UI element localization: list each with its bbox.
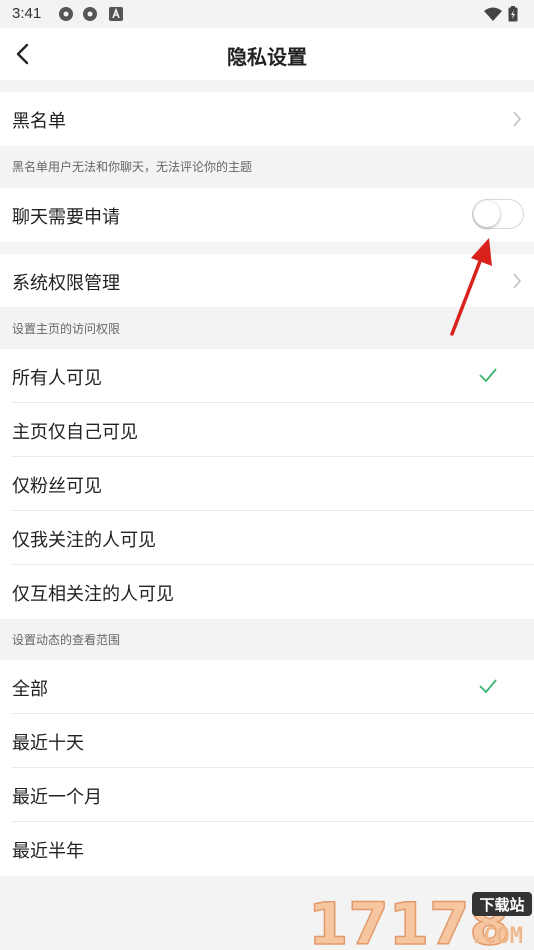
option-following-only[interactable]: 仅我关注的人可见 [0, 511, 534, 565]
option-label: 最近一个月 [12, 787, 102, 808]
option-label: 仅粉丝可见 [12, 476, 102, 497]
check-icon [479, 679, 497, 694]
status-bar: 3:41 [0, 0, 534, 28]
option-all[interactable]: 全部 [0, 660, 534, 714]
watermark-logo: 17178 下载站 .COM [307, 889, 532, 950]
check-icon [479, 368, 497, 383]
battery-icon [508, 6, 518, 22]
nav-bar: 隐私设置 [0, 28, 534, 80]
notification-app-icon [83, 7, 97, 21]
blacklist-row[interactable]: 黑名单 [0, 92, 534, 146]
homepage-access-list: 所有人可见 主页仅自己可见 仅粉丝可见 仅我关注的人可见 仅互相关注的人可见 [0, 349, 534, 619]
option-label: 所有人可见 [12, 368, 102, 389]
option-half-year[interactable]: 最近半年 [0, 822, 534, 876]
option-label: 最近十天 [12, 733, 84, 754]
option-label: 最近半年 [12, 841, 84, 862]
option-label: 全部 [12, 679, 48, 700]
option-ten-days[interactable]: 最近十天 [0, 714, 534, 768]
moments-range-list: 全部 最近十天 最近一个月 最近半年 [0, 660, 534, 876]
watermark-domain: .COM [470, 924, 523, 949]
option-label: 仅我关注的人可见 [12, 530, 156, 551]
moments-range-section-title: 设置动态的查看范围 [12, 633, 121, 647]
permissions-label: 系统权限管理 [12, 273, 120, 294]
blacklist-note: 黑名单用户无法和你聊天，无法评论你的主题 [12, 160, 253, 174]
page-title: 隐私设置 [227, 45, 307, 69]
option-mutual-only[interactable]: 仅互相关注的人可见 [0, 565, 534, 619]
homepage-access-section-title: 设置主页的访问权限 [12, 322, 121, 336]
wifi-icon [484, 7, 502, 21]
option-everyone[interactable]: 所有人可见 [0, 349, 534, 403]
chevron-right-icon [513, 273, 521, 289]
chat-request-toggle[interactable] [472, 199, 524, 229]
option-fans-only[interactable]: 仅粉丝可见 [0, 457, 534, 511]
watermark-tag: 下载站 [479, 896, 524, 914]
option-label: 仅互相关注的人可见 [12, 584, 174, 605]
blacklist-label: 黑名单 [12, 111, 66, 132]
option-one-month[interactable]: 最近一个月 [0, 768, 534, 822]
status-time: 3:41 [12, 5, 42, 22]
notification-app-icon [59, 7, 73, 21]
annotation-arrow-icon [450, 238, 492, 336]
option-label: 主页仅自己可见 [12, 422, 138, 443]
chevron-right-icon [513, 111, 521, 127]
notification-a-icon [109, 7, 123, 21]
option-self-only[interactable]: 主页仅自己可见 [0, 403, 534, 457]
chat-request-label: 聊天需要申请 [12, 207, 120, 228]
toggle-knob [474, 201, 500, 227]
